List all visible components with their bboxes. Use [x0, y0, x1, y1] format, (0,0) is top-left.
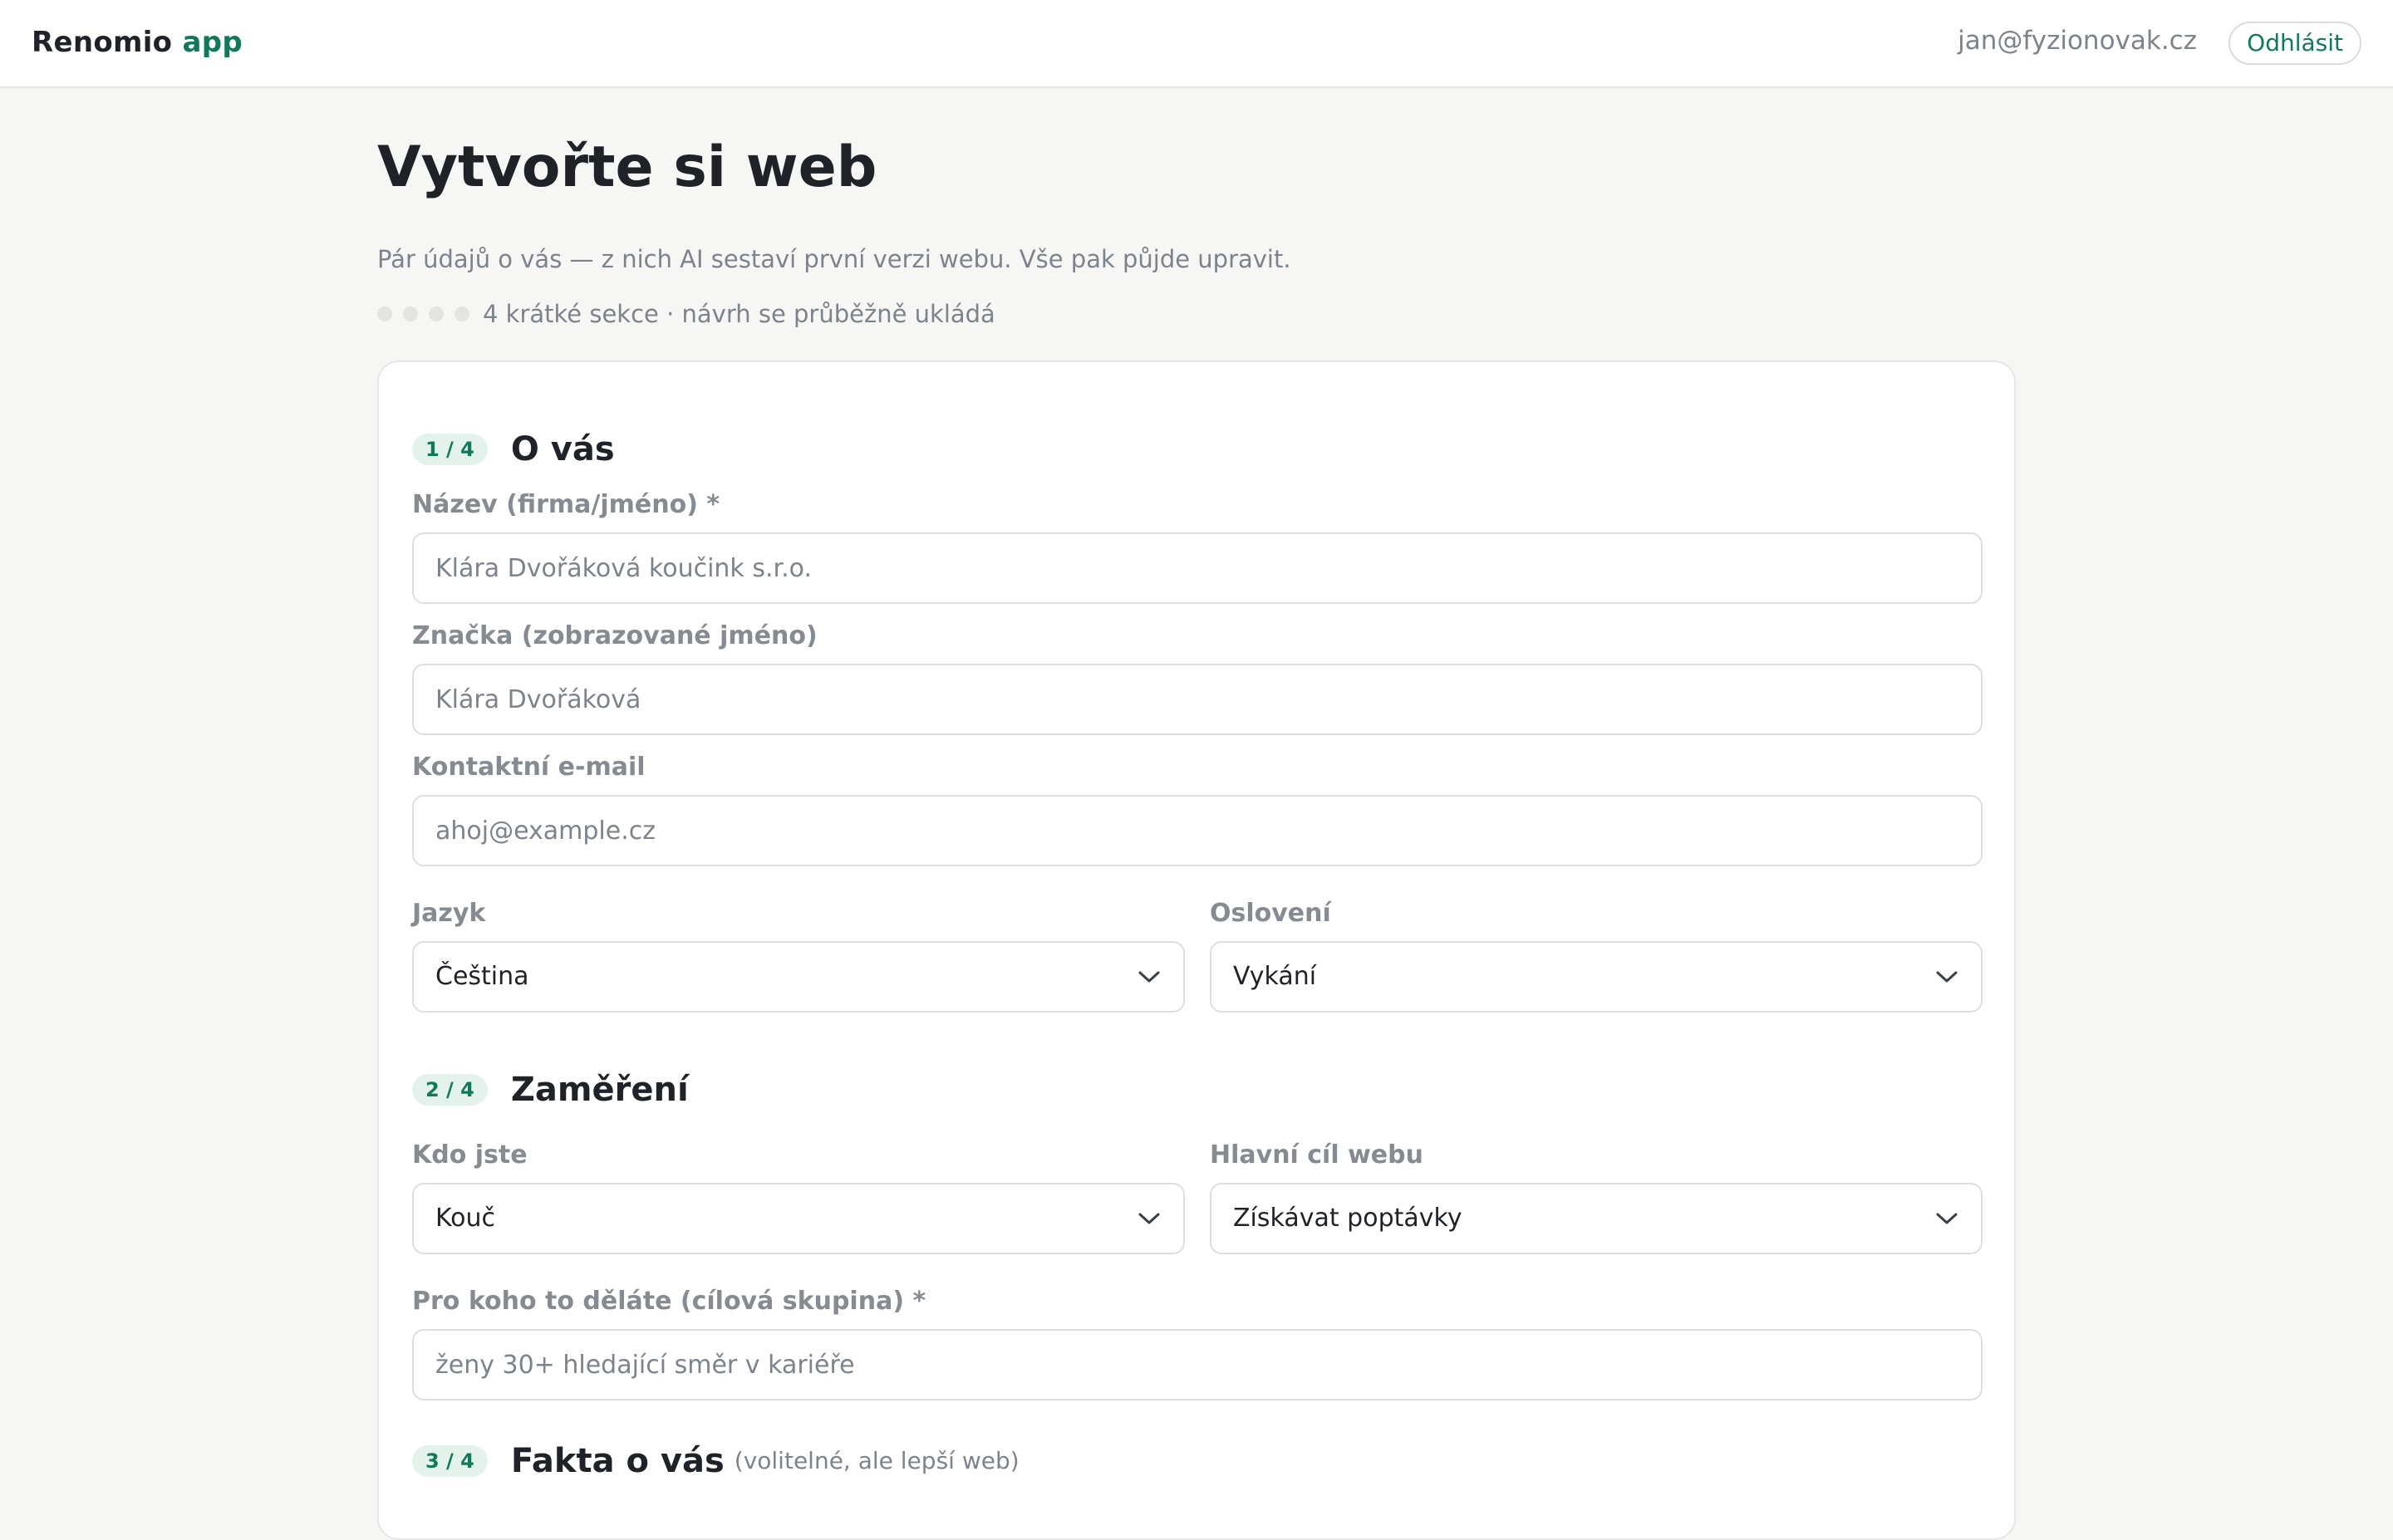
chevron-down-icon: [1138, 1213, 1160, 1224]
user-email: jan@fyzionovak.cz: [1958, 26, 2197, 56]
chevron-down-icon: [1936, 971, 1958, 983]
brand-name: Renomio: [32, 26, 173, 59]
section-header-about: 1 / 4 O vás: [412, 429, 615, 470]
language-select-value: Čeština: [435, 962, 529, 991]
goal-label: Hlavní cíl webu: [1210, 1140, 1423, 1170]
section-title: Fakta o vás: [510, 1442, 725, 1480]
logout-button[interactable]: Odhlásit: [2228, 22, 2361, 65]
progress-dot: [403, 307, 418, 321]
chevron-down-icon: [1138, 971, 1160, 983]
progress-dot: [455, 307, 469, 321]
language-select[interactable]: Čeština: [412, 941, 1185, 1013]
address-select-value: Vykání: [1233, 962, 1317, 991]
goal-select-value: Získávat poptávky: [1233, 1204, 1462, 1233]
email-label: Kontaktní e-mail: [412, 753, 646, 782]
step-badge: 3 / 4: [412, 1445, 488, 1477]
who-select-value: Kouč: [435, 1204, 496, 1233]
step-badge: 2 / 4: [412, 1074, 488, 1106]
name-input[interactable]: [412, 532, 1983, 604]
chevron-down-icon: [1936, 1213, 1958, 1224]
brand-label: Značka (zobrazované jméno): [412, 621, 818, 650]
who-select[interactable]: Kouč: [412, 1183, 1185, 1254]
address-label: Oslovení: [1210, 899, 1331, 928]
progress-dot: [429, 307, 444, 321]
page-subtitle: Pár údajů o vás — z nich AI sestaví prvn…: [377, 245, 1291, 273]
progress-indicator: 4 krátké sekce · návrh se průběžně uklád…: [377, 297, 995, 331]
language-label: Jazyk: [412, 899, 486, 928]
goal-select[interactable]: Získávat poptávky: [1210, 1183, 1983, 1254]
audience-label: Pro koho to děláte (cílová skupina) *: [412, 1287, 926, 1316]
brand-input[interactable]: [412, 664, 1983, 735]
progress-dot: [377, 307, 392, 321]
name-label: Název (firma/jméno) *: [412, 490, 720, 519]
brand-logo[interactable]: Renomio app: [32, 23, 243, 61]
email-input[interactable]: [412, 795, 1983, 866]
section-header-facts: 3 / 4 Fakta o vás (volitelné, ale lepší …: [412, 1440, 1020, 1482]
progress-text: 4 krátké sekce · návrh se průběžně uklád…: [483, 300, 995, 328]
section-title: O vás: [510, 430, 615, 468]
section-note: (volitelné, ale lepší web): [734, 1447, 1020, 1474]
top-bar: Renomio app jan@fyzionovak.cz Odhlásit: [0, 0, 2393, 88]
page-title: Vytvořte si web: [377, 135, 877, 200]
onboarding-form-card: 1 / 4 O vás Název (firma/jméno) * Značka…: [377, 360, 2016, 1540]
who-label: Kdo jste: [412, 1140, 528, 1170]
address-select[interactable]: Vykání: [1210, 941, 1983, 1013]
brand-suffix: app: [182, 26, 243, 59]
audience-input[interactable]: [412, 1329, 1983, 1400]
section-title: Zaměření: [510, 1071, 689, 1109]
step-badge: 1 / 4: [412, 434, 488, 465]
section-header-focus: 2 / 4 Zaměření: [412, 1069, 689, 1111]
